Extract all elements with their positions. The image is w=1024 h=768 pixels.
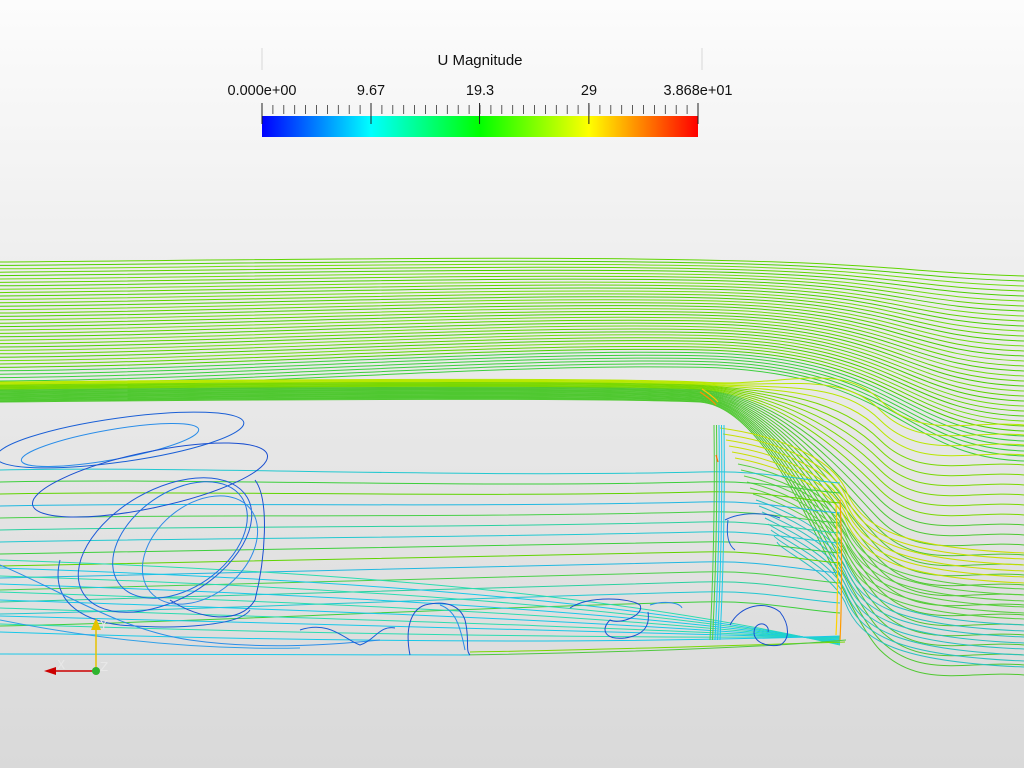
streamline [0, 387, 1024, 537]
streamline [725, 439, 1024, 566]
colorbar-tick-label: 29 [580, 83, 598, 99]
colorbar-tick-label: 9.67 [356, 83, 386, 99]
outer-streamlines [0, 257, 1024, 462]
axis-y-label: Y [100, 618, 108, 632]
streamline [0, 561, 841, 579]
streamline-plot[interactable] [0, 0, 1024, 768]
colorbar-tick-label: 19.3 [465, 83, 495, 99]
side-streamlines [0, 424, 847, 656]
streamline [734, 457, 1024, 584]
axis-z-label: Z [100, 660, 109, 674]
streamline [0, 551, 841, 567]
streamline [0, 308, 1024, 362]
streamline [0, 653, 471, 656]
front-deflection-streamlines [0, 377, 1024, 677]
streamline [0, 389, 1024, 557]
axis-x-label: X [57, 658, 66, 672]
streamline [0, 398, 1024, 667]
streamline [0, 388, 1024, 547]
colorbar-tick-label: 3.868e+01 [663, 83, 733, 99]
axis-z-dot [92, 667, 100, 675]
render-viewport[interactable]: U Magnitude 0.000e+00 9.67 19.3 29 3.868… [0, 0, 1024, 768]
colorbar-title: U Magnitude [437, 52, 523, 69]
colorbar-tick-label: 0.000e+00 [227, 83, 297, 99]
axis-x-arrow [44, 667, 56, 675]
